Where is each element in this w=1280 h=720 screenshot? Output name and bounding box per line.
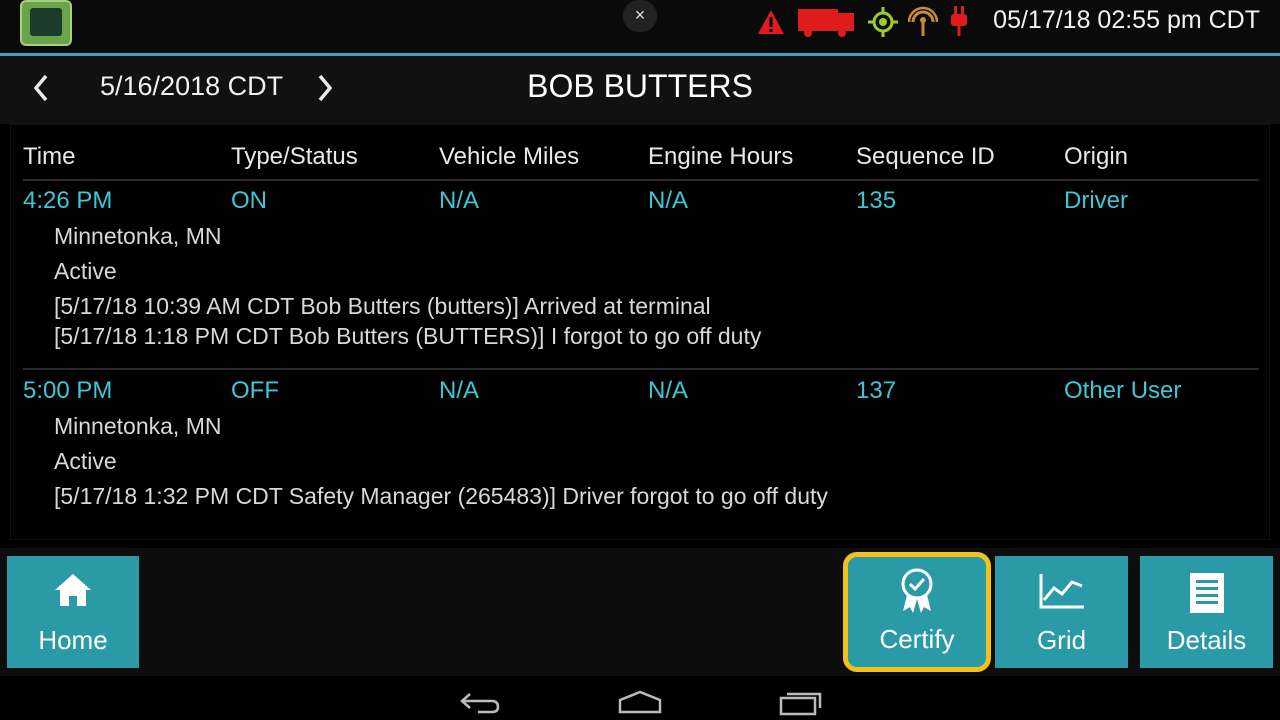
entry-miles: N/A	[439, 377, 480, 404]
driver-name: BOB BUTTERS	[527, 68, 753, 104]
line-chart-icon	[1039, 574, 1084, 609]
grid-label: Grid	[1036, 625, 1087, 655]
certify-ribbon-icon	[901, 568, 933, 613]
details-label: Details	[1166, 625, 1247, 655]
document-list-icon	[1189, 573, 1224, 613]
details-button[interactable]: Details	[1140, 556, 1273, 668]
status-bar: × 05/17/18 02:55 pm CDT	[0, 0, 1280, 56]
gps-icon	[868, 7, 898, 37]
back-icon[interactable]	[458, 690, 502, 714]
column-header-type-status: Type/Status	[231, 143, 358, 170]
entry-note: [5/17/18 10:39 AM CDT Bob Butters (butte…	[54, 293, 711, 319]
system-navigation-bar	[0, 676, 1280, 720]
home-label: Home	[38, 625, 108, 655]
column-header-origin: Origin	[1064, 143, 1129, 170]
home-nav-icon[interactable]	[617, 690, 663, 714]
grid-button[interactable]: Grid	[995, 556, 1128, 668]
recent-apps-icon[interactable]	[778, 690, 824, 716]
row-divider	[23, 368, 1259, 370]
clock: 05/17/18 02:55 pm CDT	[993, 6, 1260, 34]
log-header: 5/16/2018 CDT BOB BUTTERS	[0, 56, 1280, 124]
entry-origin: Driver	[1064, 187, 1128, 214]
signal-icon	[908, 6, 938, 36]
column-header-sequence-id: Sequence ID	[856, 143, 995, 170]
header-divider	[23, 179, 1259, 181]
warning-icon	[758, 10, 784, 34]
entry-sequence: 137	[856, 377, 897, 404]
certify-label: Certify	[879, 624, 955, 654]
home-icon	[55, 574, 91, 606]
entry-time: 5:00 PM	[23, 377, 113, 404]
entry-time: 4:26 PM	[23, 187, 113, 214]
entry-hours: N/A	[648, 377, 689, 404]
app-icon[interactable]	[20, 0, 72, 46]
entry-state: Active	[54, 258, 117, 284]
entry-sequence: 135	[856, 187, 897, 214]
entry-origin: Other User	[1064, 377, 1182, 404]
truck-icon	[798, 9, 854, 37]
home-button[interactable]: Home	[7, 556, 139, 668]
column-header-vehicle-miles: Vehicle Miles	[439, 143, 580, 170]
certify-button[interactable]: Certify	[843, 552, 991, 672]
power-plug-icon	[951, 6, 967, 36]
bottom-toolbar: Home Certify Grid Details	[0, 548, 1280, 676]
column-header-time: Time	[23, 143, 76, 170]
entry-miles: N/A	[439, 187, 480, 214]
status-icons	[756, 4, 970, 40]
close-button[interactable]: ×	[623, 0, 657, 32]
entry-status: ON	[231, 187, 267, 214]
entry-note: [5/17/18 1:18 PM CDT Bob Butters (BUTTER…	[54, 323, 762, 349]
entry-note: [5/17/18 1:32 PM CDT Safety Manager (265…	[54, 483, 828, 509]
column-header-engine-hours: Engine Hours	[648, 143, 794, 170]
log-events-panel: Time Type/Status Vehicle Miles Engine Ho…	[10, 124, 1270, 540]
entry-hours: N/A	[648, 187, 689, 214]
entry-state: Active	[54, 448, 117, 474]
entry-location: Minnetonka, MN	[54, 223, 222, 249]
entry-status: OFF	[231, 377, 279, 404]
entry-location: Minnetonka, MN	[54, 413, 222, 439]
